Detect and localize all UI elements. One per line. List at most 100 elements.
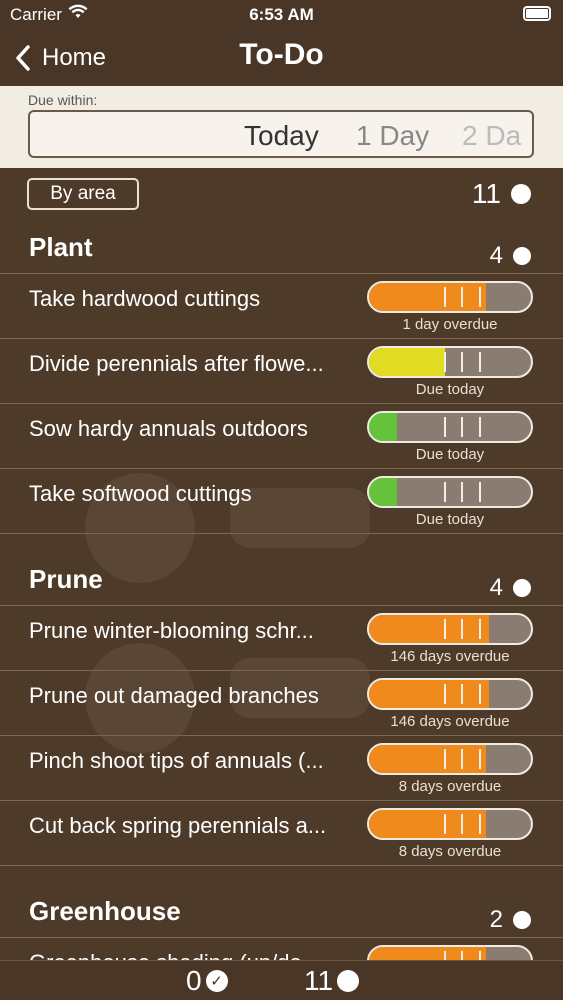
task-progress-bar	[367, 411, 533, 443]
task-status: 8 days overdue	[398, 843, 502, 860]
task-progress-bar	[367, 743, 533, 775]
task-name: Divide perennials after flowe...	[29, 351, 324, 376]
task-progress-bar	[367, 476, 533, 508]
progress-tick	[443, 287, 446, 307]
due-count-number: 11	[304, 965, 334, 996]
task-progress-bar	[367, 613, 533, 645]
task-name: Sow hardy annuals outdoors	[29, 416, 308, 441]
progress-tick	[461, 417, 464, 437]
progress-tick	[443, 749, 446, 769]
progress-fill	[369, 680, 489, 708]
dot-icon	[513, 579, 531, 597]
dot-icon	[511, 184, 531, 204]
task-name: Prune winter-blooming schr...	[29, 618, 314, 643]
progress-tick	[461, 352, 464, 372]
progress-tick	[479, 417, 482, 437]
progress-fill	[369, 348, 446, 376]
progress-tick	[443, 482, 446, 502]
task-name: Pinch shoot tips of annuals (...	[29, 748, 324, 773]
bottom-summary-bar: 0 ✓ 11	[0, 960, 563, 1000]
progress-fill	[369, 413, 397, 441]
task-name: Prune out damaged branches	[29, 683, 319, 708]
section-title: Prune	[29, 564, 103, 594]
progress-tick	[461, 814, 464, 834]
progress-tick	[443, 417, 446, 437]
progress-tick	[461, 684, 464, 704]
progress-tick	[479, 749, 482, 769]
clock: 6:53 AM	[249, 5, 314, 24]
task-row[interactable]: Take hardwood cuttings 1 day overdue	[0, 274, 563, 339]
done-count[interactable]: 0 ✓	[186, 965, 228, 997]
section-header: Greenhouse 2	[0, 888, 563, 938]
picker-option-2-days[interactable]: 2 Da	[462, 120, 521, 152]
task-name: Take softwood cuttings	[29, 481, 252, 506]
task-row[interactable]: Cut back spring perennials a... 8 days o…	[0, 801, 563, 866]
task-row[interactable]: Sow hardy annuals outdoors Due today	[0, 404, 563, 469]
progress-tick	[479, 951, 482, 960]
dot-icon	[337, 970, 360, 992]
progress-tick	[479, 619, 482, 639]
task-row[interactable]: Prune out damaged branches 146 days over…	[0, 671, 563, 736]
task-row[interactable]: Prune winter-blooming schr... 146 days o…	[0, 606, 563, 671]
progress-tick	[443, 814, 446, 834]
due-count[interactable]: 11	[304, 965, 360, 997]
by-area-button[interactable]: By area	[27, 178, 139, 210]
progress-tick	[443, 352, 446, 372]
task-name: Greenhouse shading (up/do...	[29, 950, 349, 960]
progress-fill	[369, 615, 489, 643]
progress-tick	[461, 619, 464, 639]
task-row[interactable]: Greenhouse shading (up/do...	[0, 938, 563, 960]
task-status: 8 days overdue	[398, 778, 502, 795]
progress-tick	[479, 814, 482, 834]
due-within-panel: Due within: Today 1 Day 2 Da	[0, 86, 563, 168]
section-title: Greenhouse	[29, 896, 181, 926]
back-button[interactable]: Home	[14, 40, 106, 76]
section-header: Prune 4	[0, 556, 563, 606]
task-list[interactable]: By area 11 Plant 4 Take hardwood cutting…	[0, 168, 563, 960]
progress-tick	[479, 684, 482, 704]
navigation-bar: Home To-Do	[0, 30, 563, 86]
section-count: 4	[490, 574, 531, 602]
section-title: Plant	[29, 232, 93, 262]
progress-tick	[479, 482, 482, 502]
progress-tick	[443, 619, 446, 639]
list-toolbar: By area 11	[0, 168, 563, 218]
task-progress-bar	[367, 945, 533, 960]
picker-option-1-day[interactable]: 1 Day	[356, 120, 429, 152]
progress-tick	[479, 287, 482, 307]
done-count-number: 0	[186, 965, 202, 996]
task-status: 146 days overdue	[390, 648, 510, 665]
back-label: Home	[42, 44, 107, 71]
task-status: 1 day overdue	[402, 316, 498, 333]
total-due-count: 11	[472, 178, 531, 210]
task-status: 146 days overdue	[390, 713, 510, 730]
checkmark-circle-icon: ✓	[205, 970, 228, 992]
task-row[interactable]: Take softwood cuttings Due today	[0, 469, 563, 534]
task-status: Due today	[415, 511, 485, 528]
progress-tick	[461, 951, 464, 960]
section-prune: Prune 4 Prune winter-blooming schr... 14…	[0, 556, 563, 866]
task-progress-bar	[367, 346, 533, 378]
dot-icon	[513, 247, 531, 265]
section-greenhouse: Greenhouse 2 Greenhouse shading (up/do..…	[0, 888, 563, 960]
task-status: Due today	[415, 446, 485, 463]
task-row[interactable]: Divide perennials after flowe... Due tod…	[0, 339, 563, 404]
due-within-picker[interactable]: Today 1 Day 2 Da	[28, 110, 534, 158]
chevron-left-icon	[16, 45, 30, 71]
progress-tick	[461, 287, 464, 307]
task-progress-bar	[367, 281, 533, 313]
task-progress-bar	[367, 678, 533, 710]
picker-option-today[interactable]: Today	[244, 120, 319, 152]
section-count: 4	[490, 242, 531, 270]
progress-fill	[369, 947, 486, 960]
progress-fill	[369, 745, 486, 773]
task-name: Take hardwood cuttings	[29, 286, 261, 311]
task-row[interactable]: Pinch shoot tips of annuals (... 8 days …	[0, 736, 563, 801]
progress-tick	[443, 684, 446, 704]
section-count-number: 4	[489, 242, 503, 269]
progress-tick	[461, 749, 464, 769]
progress-tick	[461, 482, 464, 502]
section-header: Plant 4	[0, 224, 563, 274]
dot-icon	[513, 911, 531, 929]
task-status: Due today	[415, 381, 485, 398]
